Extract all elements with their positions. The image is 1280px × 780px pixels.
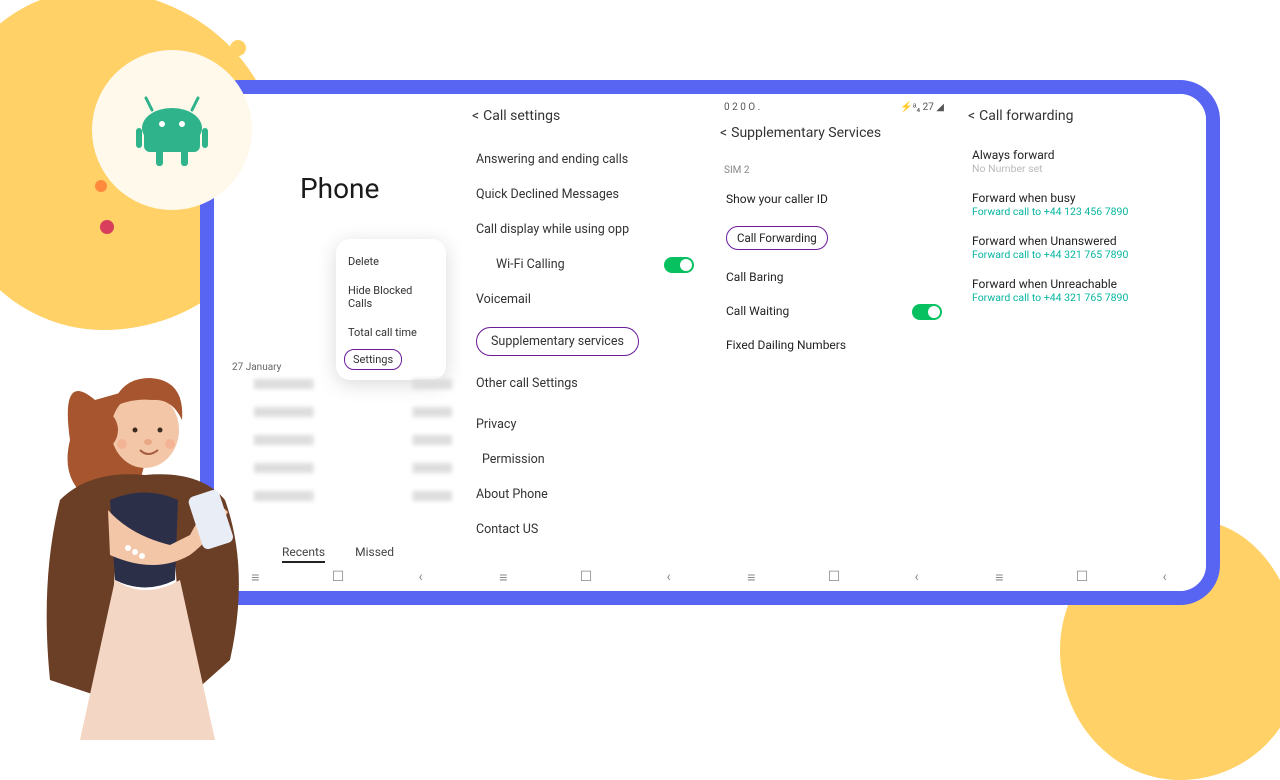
call-forwarding-pill[interactable]: Call Forwarding	[726, 226, 828, 250]
row-declined[interactable]: Quick Declined Messages	[468, 177, 704, 212]
screen-call-settings: < Call settings Answering and ending cal…	[462, 94, 710, 591]
menu-total-time[interactable]: Total call time	[336, 318, 446, 347]
nav-back-icon[interactable]: ‹	[660, 571, 678, 583]
row-display[interactable]: Call display while using opp	[468, 212, 704, 247]
row-caller-id[interactable]: Show your caller ID	[716, 182, 952, 216]
nav-bar: ≡ ☐ ‹	[958, 567, 1206, 587]
status-bar: 0 2 0 O . ⚡ᵃ₄ 27 ◢	[716, 102, 952, 119]
menu-settings[interactable]: Settings	[344, 349, 402, 370]
nav-recent-icon[interactable]: ≡	[990, 571, 1008, 583]
fwd-unreachable[interactable]: Forward when Unreachable Forward call to…	[964, 271, 1200, 314]
call-waiting-toggle[interactable]	[912, 304, 942, 320]
nav-recent-icon[interactable]: ≡	[742, 571, 760, 583]
woman-illustration	[0, 300, 300, 740]
row-answering[interactable]: Answering and ending calls	[468, 142, 704, 177]
screen-supplementary: 0 2 0 O . ⚡ᵃ₄ 27 ◢ < Supplementary Servi…	[710, 94, 958, 591]
header-supplementary[interactable]: < Supplementary Services	[716, 119, 952, 159]
nav-home-icon[interactable]: ☐	[825, 571, 843, 583]
page-title: Phone	[300, 172, 456, 205]
fwd-always[interactable]: Always forward No Number set	[964, 142, 1200, 185]
sim-label: SIM 2	[716, 159, 952, 182]
row-call-waiting[interactable]: Call Waiting	[716, 294, 952, 328]
row-contact[interactable]: Contact US	[468, 512, 704, 547]
fwd-unanswered[interactable]: Forward when Unanswered Forward call to …	[964, 228, 1200, 271]
nav-bar: ≡ ☐ ‹	[462, 567, 710, 587]
row-fixed-dialing[interactable]: Fixed Dailing Numbers	[716, 328, 952, 362]
row-voicemail[interactable]: Voicemail	[468, 282, 704, 317]
tab-missed[interactable]: Missed	[355, 545, 394, 563]
row-privacy[interactable]: Privacy	[468, 407, 704, 442]
back-chevron-icon[interactable]: <	[472, 108, 479, 124]
nav-home-icon[interactable]: ☐	[329, 571, 347, 583]
menu-hide-blocked[interactable]: Hide Blocked Calls	[336, 276, 446, 318]
row-other[interactable]: Other call Settings	[468, 366, 704, 401]
android-logo	[92, 50, 252, 210]
nav-home-icon[interactable]: ☐	[577, 571, 595, 583]
menu-delete[interactable]: Delete	[336, 247, 446, 276]
row-call-forwarding[interactable]: Call Forwarding	[716, 216, 952, 260]
nav-home-icon[interactable]: ☐	[1073, 571, 1091, 583]
nav-back-icon[interactable]: ‹	[1156, 571, 1174, 583]
back-chevron-icon[interactable]: <	[720, 125, 727, 141]
nav-back-icon[interactable]: ‹	[908, 571, 926, 583]
supplementary-pill[interactable]: Supplementary services	[476, 327, 639, 356]
row-wifi-calling[interactable]: Wi-Fi Calling	[468, 247, 704, 282]
context-menu: Delete Hide Blocked Calls Total call tim…	[336, 239, 446, 380]
wifi-calling-toggle[interactable]	[664, 257, 694, 273]
header-call-forwarding[interactable]: < Call forwarding	[964, 102, 1200, 142]
device-frame: Phone Delete Hide Blocked Calls Total ca…	[200, 80, 1220, 605]
header-call-settings[interactable]: < Call settings	[468, 102, 704, 142]
nav-recent-icon[interactable]: ≡	[494, 571, 512, 583]
nav-back-icon[interactable]: ‹	[412, 571, 430, 583]
back-chevron-icon[interactable]: <	[968, 108, 975, 124]
row-call-baring[interactable]: Call Baring	[716, 260, 952, 294]
nav-bar: ≡ ☐ ‹	[710, 567, 958, 587]
row-supplementary[interactable]: Supplementary services	[468, 317, 704, 366]
screen-call-forwarding: < Call forwarding Always forward No Numb…	[958, 94, 1206, 591]
fwd-busy[interactable]: Forward when busy Forward call to +44 12…	[964, 185, 1200, 228]
row-about[interactable]: About Phone	[468, 477, 704, 512]
row-permission[interactable]: Permission	[468, 442, 704, 477]
